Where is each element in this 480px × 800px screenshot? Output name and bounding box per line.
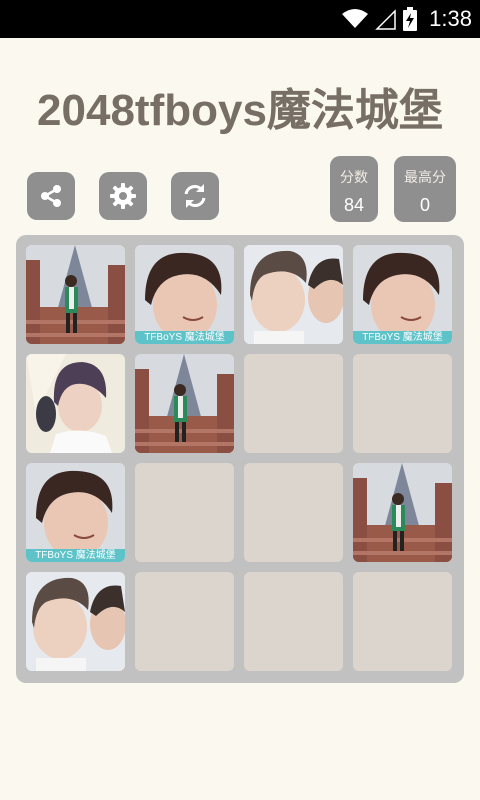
tile-boy-smile-watermark: TFBoYS 魔法城堡 (26, 463, 125, 562)
empty-cell (353, 572, 452, 671)
tile-photo (135, 245, 234, 344)
clock-time: 1:38 (429, 6, 472, 31)
refresh-icon (180, 181, 210, 211)
status-bar: 1:38 (0, 0, 480, 38)
tile-photo (353, 245, 452, 344)
score-label: 分数 (340, 169, 368, 185)
share-icon (37, 182, 65, 210)
empty-cell (135, 572, 234, 671)
signal-icon (375, 8, 397, 30)
empty-cell (244, 463, 343, 562)
tile-watermark: TFBoYS 魔法城堡 (135, 331, 234, 344)
best-score-box: 最高分 0 (394, 156, 456, 222)
tile-watermark: TFBoYS 魔法城堡 (353, 331, 452, 344)
tile-watermark: TFBoYS 魔法城堡 (26, 549, 125, 562)
tile-boy-purple-hair (26, 354, 125, 453)
tile-photo (135, 354, 234, 453)
settings-button[interactable] (99, 172, 147, 220)
score-box: 分数 84 (330, 156, 378, 222)
battery-charging-icon (403, 7, 418, 31)
restart-button[interactable] (171, 172, 219, 220)
tile-castle-boy (353, 463, 452, 562)
tile-two-boys (26, 572, 125, 671)
tile-castle-boy (26, 245, 125, 344)
tile-photo (244, 245, 343, 344)
game-board[interactable]: TFBoYS 魔法城堡 TFBoYS 魔法城堡 TFBoYS 魔法城堡 (16, 235, 464, 683)
tile-boy-smile-watermark: TFBoYS 魔法城堡 (135, 245, 234, 344)
empty-cell (244, 354, 343, 453)
empty-cell (353, 354, 452, 453)
tile-photo (26, 463, 125, 562)
tile-two-boys (244, 245, 343, 344)
wifi-icon (341, 8, 369, 30)
tile-photo (353, 463, 452, 562)
share-button[interactable] (27, 172, 75, 220)
best-score-value: 0 (419, 195, 430, 215)
tile-photo (26, 354, 125, 453)
empty-cell (244, 572, 343, 671)
tile-photo (26, 572, 125, 671)
gear-icon (108, 181, 138, 211)
app-title: 2048tfboys魔法城堡 (37, 86, 443, 135)
best-score-label: 最高分 (404, 169, 446, 185)
tile-photo (26, 245, 125, 344)
empty-cell (135, 463, 234, 562)
tile-castle-boy (135, 354, 234, 453)
tile-boy-smile-watermark: TFBoYS 魔法城堡 (353, 245, 452, 344)
score-value: 84 (343, 195, 365, 215)
